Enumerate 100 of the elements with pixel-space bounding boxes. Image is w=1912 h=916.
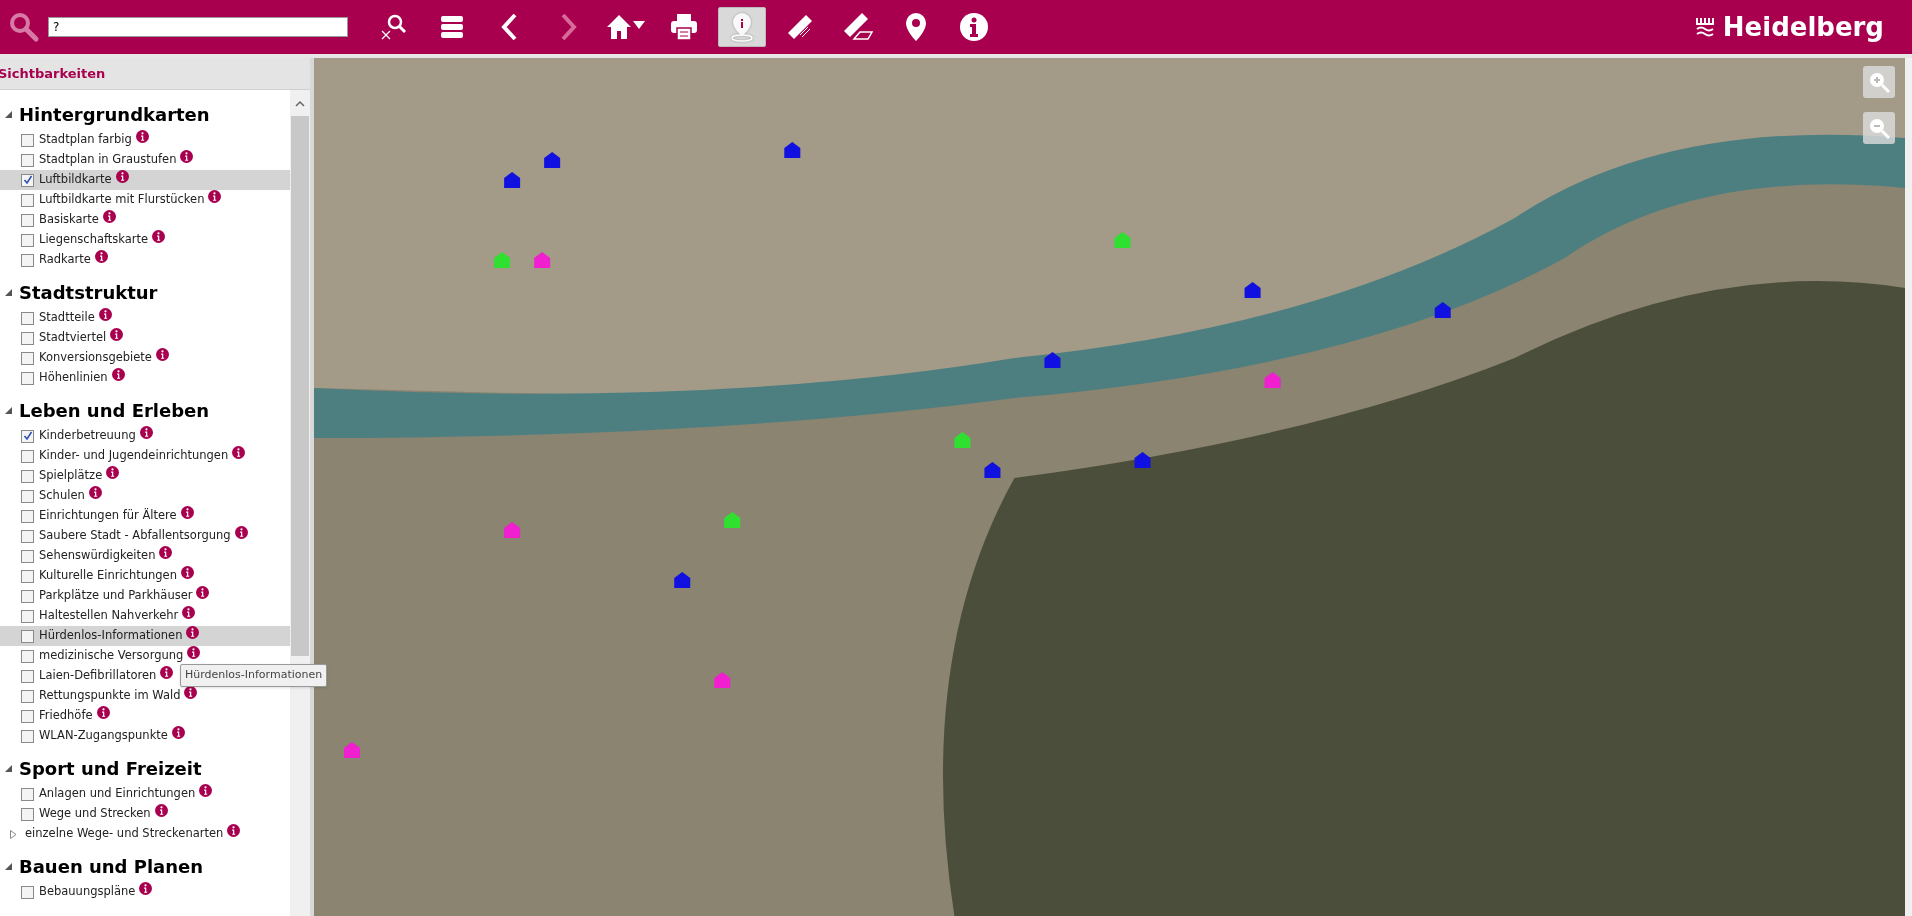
info-icon[interactable] bbox=[171, 725, 185, 739]
collapse-triangle-icon[interactable] bbox=[5, 288, 12, 296]
info-icon[interactable] bbox=[139, 881, 153, 895]
checkbox[interactable] bbox=[21, 669, 34, 683]
checkbox[interactable] bbox=[21, 193, 34, 207]
info-icon[interactable] bbox=[159, 545, 173, 559]
checkbox[interactable] bbox=[21, 233, 34, 247]
info-icon[interactable] bbox=[234, 525, 248, 539]
info-icon[interactable] bbox=[180, 149, 194, 163]
layer-item[interactable]: Schulen bbox=[0, 486, 290, 506]
checkbox[interactable] bbox=[21, 469, 34, 483]
info-icon[interactable] bbox=[96, 705, 110, 719]
layer-item[interactable]: Kinder- und Jugendeinrichtungen bbox=[0, 446, 290, 466]
checkbox[interactable] bbox=[21, 787, 34, 801]
info-icon[interactable] bbox=[88, 485, 102, 499]
layer-item[interactable]: Rettungspunkte im Wald bbox=[0, 686, 290, 706]
checkbox[interactable] bbox=[21, 371, 34, 385]
info-icon[interactable] bbox=[186, 625, 200, 639]
layer-item[interactable]: Kinderbetreuung bbox=[0, 426, 290, 446]
layer-item[interactable]: Bebauungspläne bbox=[0, 882, 290, 902]
checkbox[interactable] bbox=[21, 807, 34, 821]
layer-item[interactable]: Wege und Strecken bbox=[0, 804, 290, 824]
expand-triangle-icon[interactable] bbox=[10, 829, 17, 839]
layer-item[interactable]: Saubere Stadt - Abfallentsorgung bbox=[0, 526, 290, 546]
checkbox[interactable] bbox=[21, 213, 34, 227]
checkbox[interactable] bbox=[21, 429, 34, 443]
info-icon[interactable] bbox=[94, 249, 108, 263]
info-icon[interactable] bbox=[102, 209, 116, 223]
layer-item[interactable]: Stadtviertel bbox=[0, 328, 290, 348]
layer-item[interactable]: Friedhöfe bbox=[0, 706, 290, 726]
checkbox[interactable] bbox=[21, 609, 34, 623]
checkbox[interactable] bbox=[21, 729, 34, 743]
info-icon[interactable] bbox=[227, 823, 241, 837]
checkbox[interactable] bbox=[21, 311, 34, 325]
layer-item[interactable]: Liegenschaftskarte bbox=[0, 230, 290, 250]
layer-item[interactable]: Einrichtungen für Ältere bbox=[0, 506, 290, 526]
checkbox[interactable] bbox=[21, 589, 34, 603]
checkbox[interactable] bbox=[21, 509, 34, 523]
checkbox[interactable] bbox=[21, 549, 34, 563]
layer-item[interactable]: Stadtteile bbox=[0, 308, 290, 328]
page-scrollbar[interactable] bbox=[1905, 58, 1912, 916]
info-icon[interactable] bbox=[110, 327, 124, 341]
layer-item[interactable]: Luftbildkarte bbox=[0, 170, 290, 190]
layer-item[interactable]: WLAN-Zugangspunkte bbox=[0, 726, 290, 746]
city-logo[interactable]: Heidelberg bbox=[1694, 7, 1884, 47]
info-icon[interactable] bbox=[152, 229, 166, 243]
checkbox[interactable] bbox=[21, 351, 34, 365]
checkbox[interactable] bbox=[21, 529, 34, 543]
checkbox[interactable] bbox=[21, 649, 34, 663]
checkbox[interactable] bbox=[21, 709, 34, 723]
layer-item[interactable]: medizinische Versorgung bbox=[0, 646, 290, 666]
checkbox[interactable] bbox=[21, 489, 34, 503]
checkbox[interactable] bbox=[21, 173, 34, 187]
search-field[interactable]: ? bbox=[48, 17, 348, 37]
collapse-triangle-icon[interactable] bbox=[5, 110, 12, 118]
layer-item[interactable]: Haltestellen Nahverkehr bbox=[0, 606, 290, 626]
info-icon[interactable] bbox=[115, 169, 129, 183]
layer-item[interactable]: Spielplätze bbox=[0, 466, 290, 486]
layer-item[interactable]: Sehenswürdigkeiten bbox=[0, 546, 290, 566]
info-icon[interactable] bbox=[232, 445, 246, 459]
layer-item[interactable]: Stadtplan farbig bbox=[0, 130, 290, 150]
checkbox[interactable] bbox=[21, 253, 34, 267]
info-icon[interactable] bbox=[155, 347, 169, 361]
info-icon[interactable] bbox=[182, 605, 196, 619]
layer-item[interactable]: Hürdenlos-Informationen bbox=[0, 626, 290, 646]
checkbox[interactable] bbox=[21, 689, 34, 703]
scrollbar-thumb[interactable] bbox=[291, 116, 309, 656]
layer-item[interactable]: Konversionsgebiete bbox=[0, 348, 290, 368]
info-icon[interactable] bbox=[154, 803, 168, 817]
info-icon[interactable] bbox=[160, 665, 174, 679]
info-icon[interactable] bbox=[139, 425, 153, 439]
collapse-triangle-icon[interactable] bbox=[5, 862, 12, 870]
layer-item[interactable]: Höhenlinien bbox=[0, 368, 290, 388]
checkbox[interactable] bbox=[21, 331, 34, 345]
layer-item[interactable]: Luftbildkarte mit Flurstücken bbox=[0, 190, 290, 210]
info-icon[interactable] bbox=[208, 189, 222, 203]
checkbox[interactable] bbox=[21, 153, 34, 167]
layer-item[interactable]: einzelne Wege- und Streckenarten bbox=[0, 824, 290, 844]
collapse-triangle-icon[interactable] bbox=[5, 764, 12, 772]
info-icon[interactable] bbox=[199, 783, 213, 797]
layer-item[interactable]: Stadtplan in Graustufen bbox=[0, 150, 290, 170]
collapse-triangle-icon[interactable] bbox=[5, 406, 12, 414]
checkbox[interactable] bbox=[21, 569, 34, 583]
layer-item[interactable]: Kulturelle Einrichtungen bbox=[0, 566, 290, 586]
checkbox[interactable] bbox=[21, 449, 34, 463]
info-icon[interactable] bbox=[180, 505, 194, 519]
layer-item[interactable]: Basiskarte bbox=[0, 210, 290, 230]
info-icon[interactable] bbox=[196, 585, 210, 599]
info-icon[interactable] bbox=[111, 367, 125, 381]
info-icon[interactable] bbox=[180, 565, 194, 579]
layer-item[interactable]: Parkplätze und Parkhäuser bbox=[0, 586, 290, 606]
info-icon[interactable] bbox=[106, 465, 120, 479]
info-icon[interactable] bbox=[187, 645, 201, 659]
checkbox[interactable] bbox=[21, 133, 34, 147]
info-icon[interactable] bbox=[98, 307, 112, 321]
layer-item[interactable]: Anlagen und Einrichtungen bbox=[0, 784, 290, 804]
info-icon[interactable] bbox=[135, 129, 149, 143]
scroll-up-icon[interactable] bbox=[294, 98, 306, 108]
checkbox[interactable] bbox=[21, 629, 34, 643]
checkbox[interactable] bbox=[21, 885, 34, 899]
